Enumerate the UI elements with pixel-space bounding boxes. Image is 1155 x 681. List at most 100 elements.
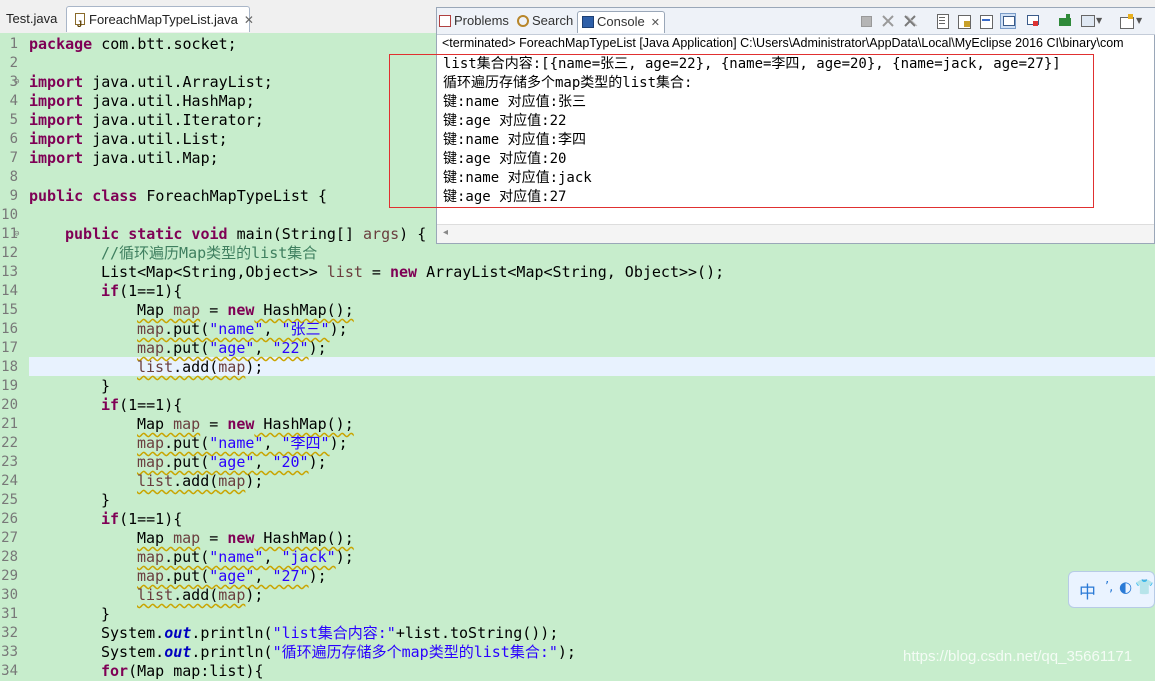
clear-console-icon[interactable] [934,13,950,29]
line-number: 19 [1,378,18,394]
terminated-process-label: <terminated> ForeachMapTypeList [Java Ap… [442,36,1124,50]
line-number: 17 [1,340,18,356]
code-line-34: for(Map map:list){ [101,662,264,680]
code-line-28: map.put("name", "jack"); [137,548,354,566]
line-number: 24 [1,473,18,489]
scroll-left-icon[interactable]: ◂ [443,227,448,238]
word-wrap-icon[interactable] [978,13,994,29]
tab-console[interactable]: Console ✕ [577,11,665,33]
ime-skin-icon[interactable]: 👕 [1135,578,1154,596]
line-number: 14 [1,283,18,299]
close-icon[interactable]: ✕ [651,17,660,29]
line-number: 26 [1,511,18,527]
code-line-3: import java.util.ArrayList; [29,73,273,91]
watermark: https://blog.csdn.net/qq_35661171 [903,648,1133,665]
tab-label: ForeachMapTypeList.java [89,12,238,27]
code-line-1: package com.btt.socket; [29,35,237,53]
line-number: 7 [9,150,18,166]
code-line-27: Map map = new HashMap(); [137,529,354,547]
line-number: 18 [1,359,18,375]
line-number: 4 [9,93,18,109]
tab-foreach-map-type-list-java[interactable]: ForeachMapTypeList.java ✕ [66,6,254,37]
line-number: 6 [9,131,18,147]
line-number: 13 [1,264,18,280]
open-console-icon[interactable] [1119,13,1135,29]
line-number: 10 [1,207,18,223]
console-icon [582,16,594,28]
horizontal-scrollbar[interactable]: ◂ [437,224,1154,243]
chevron-down-icon[interactable]: ▼ [1096,13,1112,29]
tab-problems[interactable]: Problems [439,11,509,32]
code-line-18: list.add(map); [137,358,264,376]
console-output-area[interactable]: <terminated> ForeachMapTypeList [Java Ap… [437,35,1154,225]
line-number: 23 [1,454,18,470]
fold-toggle-icon[interactable]: ⊖ [14,73,19,92]
line-number: 1 [9,36,18,52]
show-console-on-output-icon[interactable] [1000,13,1016,29]
tab-label: Console [597,14,645,29]
console-output-line: 循环遍历存储多个map类型的list集合: [443,75,693,91]
tab-search[interactable]: Search [517,11,573,32]
search-icon [517,15,529,27]
scroll-lock-icon[interactable] [956,13,972,29]
console-tab-strip: Problems Search Console ✕ ▼ ▼ [437,8,1155,35]
show-console-on-error-icon[interactable] [1025,13,1041,29]
console-output-line: 键:age 对应值:27 [443,189,567,205]
problems-icon [439,15,451,27]
line-number: 20 [1,397,18,413]
line-number-gutter: 1 2 3 4 5 6 7 8 9 10 11 12 13 14 15 16 17 18 19 20 21 22 23 24 2… [0,33,22,679]
code-line-13: List<Map<String,Object>> list = new Arra… [101,263,725,281]
chevron-down-icon[interactable]: ▼ [1136,13,1152,29]
tab-label: Search [532,13,574,28]
line-number: 9 [9,188,18,204]
code-line-15: Map map = new HashMap(); [137,301,354,319]
line-number: 5 [9,112,18,128]
tab-label: Problems [454,13,509,28]
display-selected-console-icon[interactable] [1080,13,1096,29]
console-output-line: list集合内容:[{name=张三, age=22}, {name=李四, a… [443,56,1061,72]
ime-half-width-icon[interactable]: ◐ [1119,578,1132,596]
code-line-29: map.put("age", "27"); [137,567,327,585]
code-line-5: import java.util.Iterator; [29,111,264,129]
line-number: 30 [1,587,18,603]
console-output-line: 键:name 对应值:jack [443,170,592,186]
code-line-31: } [101,605,111,623]
ime-chinese-mode-icon[interactable]: 中 [1079,578,1096,603]
code-line-32: System.out.println("list集合内容:"+list.toSt… [101,624,559,642]
ime-punctuation-icon[interactable]: ’, [1105,580,1113,595]
tab-label: Test.java [6,11,58,26]
console-output-line: 键:age 对应值:22 [443,113,567,129]
code-line-11: public static void main(String[] args) { [65,225,427,243]
console-output-line: 键:age 对应值:20 [443,151,567,167]
line-number: 25 [1,492,18,508]
remove-launch-icon[interactable] [880,13,896,29]
fold-toggle-icon[interactable]: ⊖ [14,225,19,244]
java-file-icon [75,11,85,37]
code-line-24: list.add(map); [137,472,264,490]
code-line-33: System.out.println("循环遍历存储多个map类型的list集合… [101,643,576,661]
code-line-23: map.put("age", "20"); [137,453,327,471]
terminate-icon[interactable] [858,13,874,29]
code-line-16: map.put("name", "张三"); [137,320,348,338]
code-line-14: if(1==1){ [101,282,183,300]
line-number: 12 [1,245,18,261]
console-view: Problems Search Console ✕ ▼ ▼ <terminated… [436,7,1155,244]
line-number: 16 [1,321,18,337]
code-line-4: import java.util.HashMap; [29,92,255,110]
line-number: 2 [9,55,18,71]
line-number: 32 [1,625,18,641]
ime-toolbar[interactable]: 中 ’, ◐ 👕 [1068,571,1155,608]
line-number: 31 [1,606,18,622]
code-line-19: } [101,377,111,395]
line-number: 34 [1,663,18,679]
line-number: 27 [1,530,18,546]
tab-test-java[interactable]: Test.java [0,6,62,32]
line-number: 8 [9,169,18,185]
console-output-line: 键:name 对应值:张三 [443,94,587,110]
close-icon[interactable]: ✕ [244,13,254,27]
pin-console-icon[interactable] [1057,13,1073,29]
console-output-line: 键:name 对应值:李四 [443,132,587,148]
remove-all-terminated-icon[interactable] [902,13,918,29]
code-line-30: list.add(map); [137,586,264,604]
code-line-6: import java.util.List; [29,130,228,148]
